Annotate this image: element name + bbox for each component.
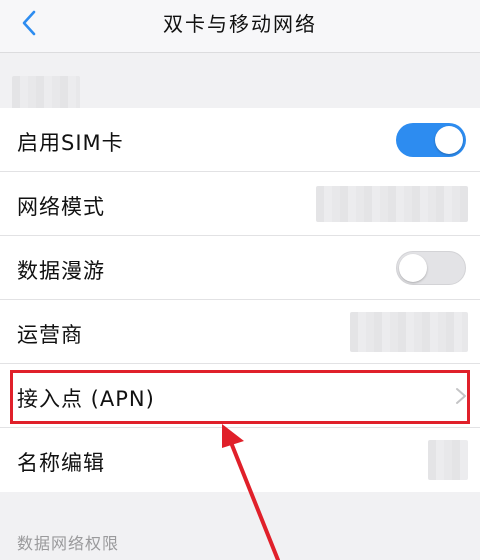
row-label: 网络模式 xyxy=(17,195,105,219)
row-data-roaming[interactable]: 数据漫游 xyxy=(0,236,480,300)
redacted-sim-name xyxy=(12,76,80,110)
enable-sim-toggle[interactable] xyxy=(396,123,466,157)
redacted-value xyxy=(428,440,468,480)
toggle-knob xyxy=(435,126,463,154)
page-title: 双卡与移动网络 xyxy=(163,12,317,36)
row-network-mode[interactable]: 网络模式 xyxy=(0,172,480,236)
row-label: 运营商 xyxy=(17,323,83,347)
row-label: 数据漫游 xyxy=(17,259,105,283)
row-name-edit[interactable]: 名称编辑 xyxy=(0,428,480,492)
data-roaming-toggle[interactable] xyxy=(396,251,466,285)
settings-list: 启用SIM卡 网络模式 数据漫游 运营商 接入点 (APN) 名称编辑 xyxy=(0,108,480,492)
redacted-value xyxy=(350,312,468,352)
navigation-bar: 双卡与移动网络 xyxy=(0,0,480,53)
toggle-knob xyxy=(399,254,427,282)
row-carrier[interactable]: 运营商 xyxy=(0,300,480,364)
row-label: 名称编辑 xyxy=(17,451,105,475)
chevron-right-icon xyxy=(456,388,466,404)
row-apn[interactable]: 接入点 (APN) xyxy=(0,364,480,428)
section-header-data-permissions: 数据网络权限 xyxy=(17,534,120,553)
row-enable-sim[interactable]: 启用SIM卡 xyxy=(0,108,480,172)
redacted-value xyxy=(316,186,468,222)
row-label: 接入点 (APN) xyxy=(17,387,155,411)
row-label: 启用SIM卡 xyxy=(17,131,124,155)
